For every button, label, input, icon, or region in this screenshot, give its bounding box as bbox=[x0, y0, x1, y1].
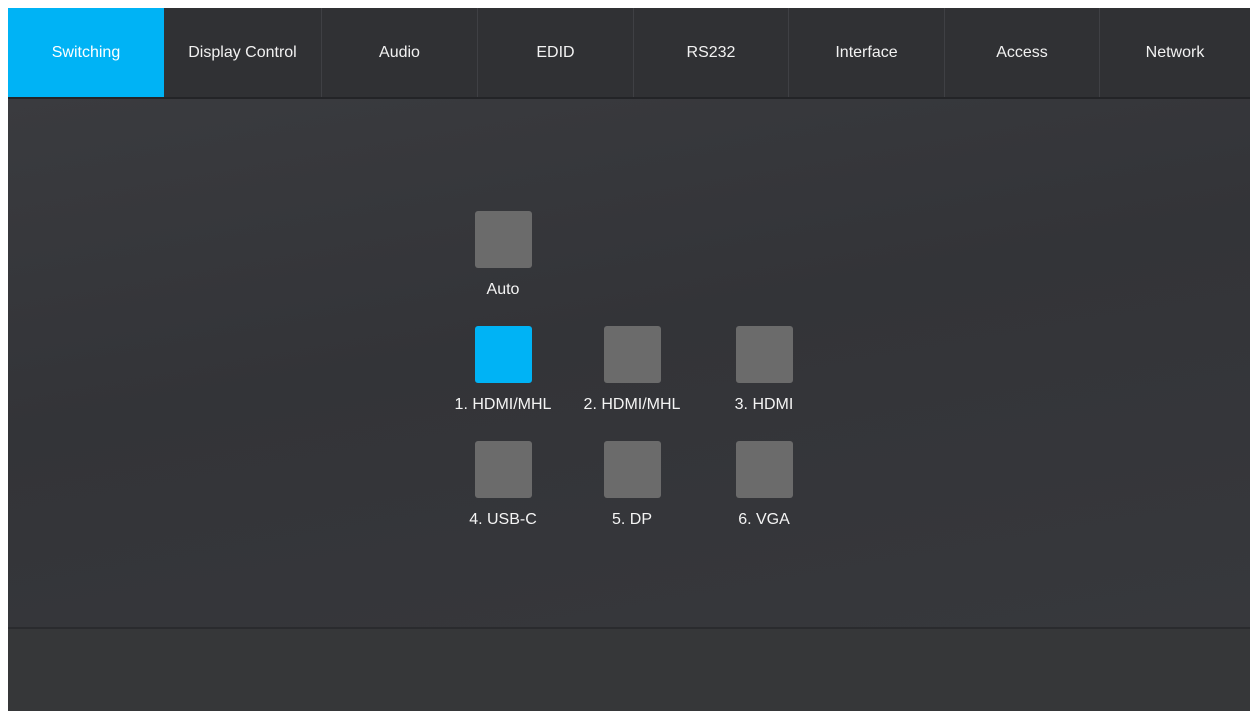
input-button-2[interactable]: 2. HDMI/MHL bbox=[562, 326, 702, 414]
input-label-1: 1. HDMI/MHL bbox=[454, 396, 552, 413]
tab-rs232[interactable]: RS232 bbox=[634, 8, 789, 97]
input-button-4[interactable]: 4. USB-C bbox=[433, 441, 573, 529]
tab-network[interactable]: Network bbox=[1100, 8, 1250, 97]
footer-bar bbox=[8, 629, 1250, 711]
tab-audio[interactable]: Audio bbox=[322, 8, 478, 97]
input-box-3[interactable] bbox=[735, 326, 793, 383]
input-label-4: 4. USB-C bbox=[469, 511, 537, 528]
tab-switching[interactable]: Switching bbox=[8, 8, 164, 97]
tab-display-control[interactable]: Display Control bbox=[164, 8, 322, 97]
app-window: Switching Display Control Audio EDID RS2… bbox=[8, 8, 1250, 711]
tab-access[interactable]: Access bbox=[945, 8, 1100, 97]
input-label-3: 3. HDMI bbox=[734, 396, 794, 413]
input-label-5: 5. DP bbox=[611, 511, 652, 528]
auto-switch-label: Auto bbox=[486, 281, 520, 298]
auto-switch-box[interactable] bbox=[474, 211, 532, 268]
input-box-6[interactable] bbox=[735, 441, 793, 498]
input-box-1[interactable] bbox=[474, 326, 532, 383]
top-navigation: Switching Display Control Audio EDID RS2… bbox=[8, 8, 1250, 99]
input-label-2: 2. HDMI/MHL bbox=[583, 396, 681, 413]
input-box-2[interactable] bbox=[603, 326, 661, 383]
input-button-3[interactable]: 3. HDMI bbox=[694, 326, 834, 414]
input-button-1[interactable]: 1. HDMI/MHL bbox=[433, 326, 573, 414]
tab-edid[interactable]: EDID bbox=[478, 8, 634, 97]
input-button-6[interactable]: 6. VGA bbox=[694, 441, 834, 529]
auto-switch-button[interactable]: Auto bbox=[433, 211, 573, 299]
input-box-5[interactable] bbox=[603, 441, 661, 498]
input-label-6: 6. VGA bbox=[738, 511, 790, 528]
input-box-4[interactable] bbox=[474, 441, 532, 498]
tab-interface[interactable]: Interface bbox=[789, 8, 945, 97]
switching-panel: Auto 1. HDMI/MHL 2. HDMI/MHL 3. HDMI 4. … bbox=[8, 99, 1250, 629]
input-button-5[interactable]: 5. DP bbox=[562, 441, 702, 529]
